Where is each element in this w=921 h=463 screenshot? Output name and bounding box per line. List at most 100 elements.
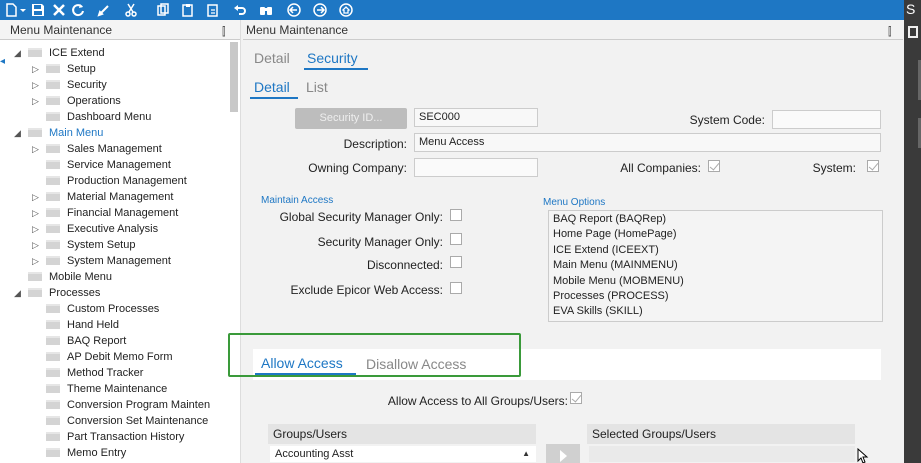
tree-item[interactable]: ▷ System Setup (0, 237, 230, 253)
pin-icon[interactable]: ⫿ (222, 22, 226, 42)
system-code-label: System Code: (689, 113, 765, 127)
tree-item[interactable]: Custom Processes (0, 301, 230, 317)
security-id-button[interactable]: Security ID... (295, 108, 407, 129)
expand-toggle-icon[interactable]: ▷ (32, 77, 42, 93)
system-code-field[interactable] (772, 110, 881, 129)
add-selected-button[interactable] (546, 444, 580, 463)
menu-option-item[interactable]: EVA Skills (SKILL) (553, 304, 878, 319)
tab-sub-detail-underline (250, 97, 298, 99)
expand-toggle-icon[interactable]: ▷ (32, 237, 42, 253)
expand-toggle-icon[interactable]: ▷ (32, 189, 42, 205)
expand-toggle-icon[interactable]: ◢ (14, 125, 24, 141)
security-manager-checkbox[interactable] (450, 233, 462, 245)
menu-option-item[interactable]: ICE Extend (ICEEXT) (553, 243, 878, 258)
tree-item-label: BAQ Report (67, 335, 127, 347)
tree-item[interactable]: Hand Held (0, 317, 230, 333)
expand-toggle-icon[interactable]: ◢ (14, 285, 24, 301)
folder-icon (46, 400, 60, 409)
tree-item[interactable]: Conversion Program Mainten (0, 397, 230, 413)
folder-icon (46, 144, 60, 153)
paste-special-icon[interactable] (205, 2, 221, 18)
tree-item-label: Custom Processes (67, 303, 160, 315)
selected-groups-grid[interactable] (589, 446, 855, 462)
allow-all-checkbox[interactable] (570, 392, 582, 404)
owning-company-field[interactable] (414, 158, 538, 177)
expand-toggle-icon[interactable]: ◢ (14, 45, 24, 61)
tree-item[interactable]: ▷ Financial Management (0, 205, 230, 221)
forward-icon[interactable] (312, 2, 328, 18)
tree-item-label: Financial Management (67, 207, 179, 219)
menu-option-item[interactable]: BAQ Report (BAQRep) (553, 212, 878, 227)
tree-scrollbar[interactable] (230, 42, 238, 112)
menu-option-item[interactable]: Mobile Menu (MOBMENU) (553, 274, 878, 289)
menu-option-item[interactable]: Main Menu (MAINMENU) (553, 258, 878, 273)
clear-icon[interactable] (96, 2, 112, 18)
tree-item[interactable]: Conversion Set Maintenance (0, 413, 230, 429)
tree-item[interactable]: Memo Entry (0, 445, 230, 461)
menu-option-item[interactable]: Processes (PROCESS) (553, 289, 878, 304)
tree-item[interactable]: ▷ Sales Management (0, 141, 230, 157)
expand-toggle-icon[interactable]: ▷ (32, 205, 42, 221)
dropdown-icon[interactable] (18, 2, 28, 18)
new-icon[interactable] (3, 2, 19, 18)
tree-item[interactable]: Dashboard Menu (0, 109, 230, 125)
groups-users-row[interactable]: Accounting Asst ▲ (270, 446, 536, 462)
tree-item[interactable]: ▷ Material Management (0, 189, 230, 205)
system-checkbox[interactable] (867, 160, 879, 172)
tree-item[interactable]: Service Management (0, 157, 230, 173)
expand-toggle-icon[interactable]: ▷ (32, 253, 42, 269)
cut-icon[interactable] (123, 2, 139, 18)
scroll-up-icon[interactable]: ▲ (522, 446, 530, 462)
home-icon[interactable] (338, 2, 354, 18)
tab-sub-list[interactable]: List (306, 79, 328, 95)
tree-item[interactable]: ◢ Processes (0, 285, 230, 301)
disconnected-checkbox[interactable] (450, 256, 462, 268)
tree-item[interactable]: Mobile Menu (0, 269, 230, 285)
tree-item-label: Setup (67, 63, 96, 75)
global-security-manager-label: Global Security Manager Only: (279, 210, 443, 224)
expand-toggle-icon[interactable]: ▷ (32, 93, 42, 109)
all-companies-checkbox[interactable] (708, 160, 720, 172)
expand-toggle-icon[interactable]: ▷ (32, 141, 42, 157)
tree-item[interactable]: ▷ Setup (0, 61, 230, 77)
tree-item-label: Production Management (67, 175, 187, 187)
expand-toggle-icon[interactable]: ▷ (32, 61, 42, 77)
delete-icon[interactable] (51, 2, 67, 18)
global-security-manager-checkbox[interactable] (450, 209, 462, 221)
tree-item[interactable]: Theme Maintenance (0, 381, 230, 397)
tree-item[interactable]: Method Tracker (0, 365, 230, 381)
save-icon[interactable] (30, 2, 46, 18)
undo-icon[interactable] (232, 2, 248, 18)
menu-options-list[interactable]: BAQ Report (BAQRep) Home Page (HomePage) I… (548, 210, 883, 322)
search-binoculars-icon[interactable] (258, 2, 274, 18)
refresh-icon[interactable] (70, 2, 86, 18)
folder-icon (28, 272, 42, 281)
side-panel-toggle-icon[interactable]: ◀ (0, 52, 5, 70)
tree-item[interactable]: ▷ Security (0, 77, 230, 93)
tree-item-label: Security (67, 79, 107, 91)
exclude-web-access-checkbox[interactable] (450, 282, 462, 294)
tab-detail[interactable]: Detail (254, 50, 290, 66)
tree-item[interactable]: Production Management (0, 173, 230, 189)
owning-company-label: Owning Company: (308, 161, 407, 175)
tree-item[interactable]: ◢ Main Menu (0, 125, 230, 141)
tree-item[interactable]: ▷ Executive Analysis (0, 221, 230, 237)
folder-icon (46, 240, 60, 249)
tab-sub-detail[interactable]: Detail (254, 79, 290, 95)
menu-option-item[interactable]: Home Page (HomePage) (553, 227, 878, 242)
expand-toggle-icon[interactable]: ▷ (32, 221, 42, 237)
description-field[interactable]: Menu Access (414, 133, 881, 152)
tree-item[interactable]: ▷ System Management (0, 253, 230, 269)
copy-icon[interactable] (155, 2, 171, 18)
tree-item[interactable]: Part Transaction History (0, 429, 230, 445)
tree-item[interactable]: BAQ Report (0, 333, 230, 349)
security-id-field[interactable]: SEC000 (414, 108, 538, 127)
paste-icon[interactable] (180, 2, 196, 18)
back-icon[interactable] (286, 2, 302, 18)
tree-item[interactable]: ◢ ICE Extend (0, 45, 230, 61)
tab-security[interactable]: Security (307, 50, 358, 66)
tree-item[interactable]: AP Debit Memo Form (0, 349, 230, 365)
tree-item[interactable]: ▷ Operations (0, 93, 230, 109)
tree-pane-title: Menu Maintenance (10, 23, 113, 37)
pin-icon[interactable]: ⫿ (888, 22, 892, 42)
